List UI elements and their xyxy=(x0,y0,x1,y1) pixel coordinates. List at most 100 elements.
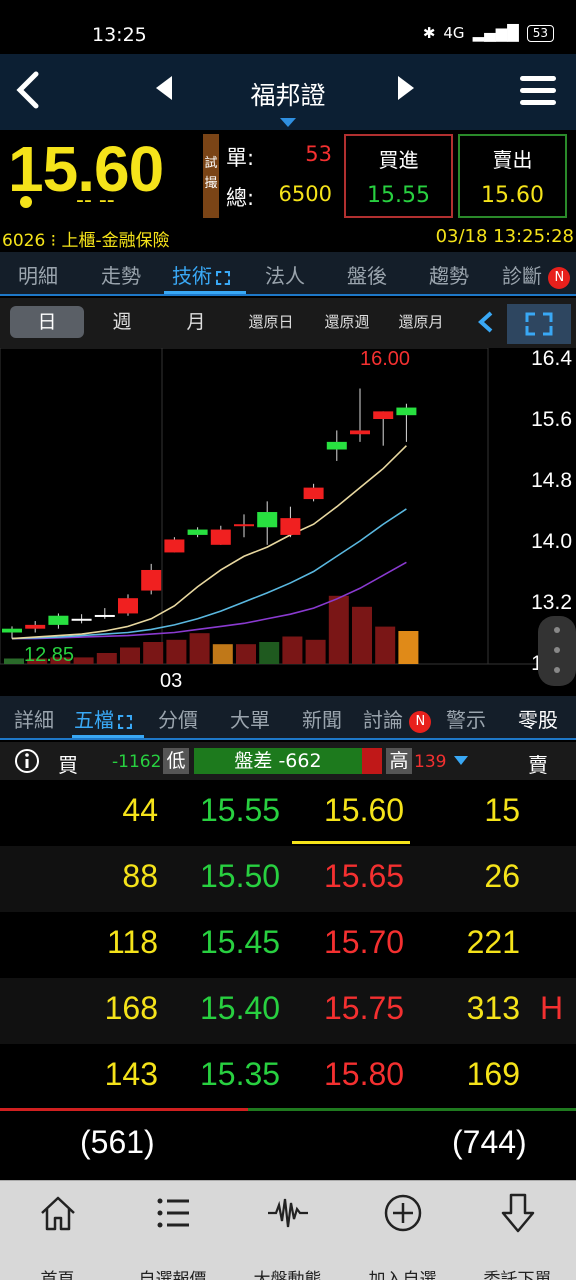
spread-red-segment xyxy=(362,748,382,774)
low-label: 低 xyxy=(163,748,189,774)
expand-icon xyxy=(118,714,132,729)
candle-body xyxy=(234,524,254,527)
ask-qty: 26 xyxy=(484,858,520,894)
volume-bar xyxy=(328,595,349,664)
candle-body xyxy=(303,487,324,500)
bid-qty: 88 xyxy=(122,858,158,894)
y-tick-label: 14.0 xyxy=(531,530,572,553)
bid-qty: 44 xyxy=(122,792,158,828)
nav-add-watch[interactable]: 加入自選 xyxy=(345,1181,460,1280)
handle-dot xyxy=(554,667,560,673)
order-book-row: 118 15.45 15.70 221 xyxy=(0,912,576,978)
bid-qty: 118 xyxy=(106,924,158,960)
plus-circle-icon xyxy=(384,1194,421,1232)
ask-price[interactable]: 15.60 xyxy=(324,792,404,829)
volume-bar xyxy=(259,642,280,664)
tab-five-levels-label: 五檔 xyxy=(74,708,114,732)
ask-price[interactable]: 15.75 xyxy=(324,990,404,1027)
nav-add-watch-label: 加入自選 xyxy=(368,1270,437,1280)
handle-dot xyxy=(554,647,560,653)
tab-news[interactable]: 新聞 xyxy=(302,704,342,733)
period-adjusted-month[interactable]: 還原月 xyxy=(388,306,454,338)
new-badge: N xyxy=(409,710,432,733)
nav-watchlist-label: 自選報價 xyxy=(138,1270,207,1280)
pulse-icon xyxy=(267,1198,308,1228)
bid-price[interactable]: 15.45 xyxy=(200,924,280,961)
high-annotation: 16.00 xyxy=(360,348,410,370)
chart-canvas: 16.0012.8516.415.614.814.013.212.403 xyxy=(0,348,576,692)
new-badge: N xyxy=(548,266,571,289)
candlestick-chart[interactable]: 16.0012.8516.415.614.814.013.212.403 xyxy=(0,348,576,694)
bottom-nav: 首頁 自選報價 大盤動態 加入自選 委託下單 xyxy=(0,1180,576,1280)
scroll-left-icon[interactable] xyxy=(476,309,496,339)
spread-bar: 買 -1162 低 盤差 -662 高 139 賣 xyxy=(0,742,576,780)
bid-price[interactable]: 15.35 xyxy=(200,1056,280,1093)
order-book-row: 143 15.35 15.80 169 xyxy=(0,1044,576,1110)
bid-qty: 143 xyxy=(104,1056,158,1092)
network-icon: 4G xyxy=(443,24,465,42)
tab-odd-lot[interactable]: 零股 xyxy=(518,704,558,733)
volume-bar xyxy=(282,636,303,664)
nav-home[interactable]: 首頁 xyxy=(0,1181,115,1280)
single-volume-value: 53 xyxy=(305,142,332,166)
spread-dropdown-icon[interactable] xyxy=(454,756,468,765)
period-week[interactable]: 週 xyxy=(90,306,154,338)
ask-qty: 15 xyxy=(484,792,520,828)
sell-label: 賣出 xyxy=(492,148,533,172)
bid-price[interactable]: 15.55 xyxy=(200,792,280,829)
period-adjusted-day[interactable]: 還原日 xyxy=(238,306,304,338)
active-tab-underline xyxy=(72,735,144,738)
buy-label: 買進 xyxy=(378,148,419,172)
ask-price[interactable]: 15.65 xyxy=(324,858,404,895)
y-tick-label: 14.8 xyxy=(531,469,572,492)
nav-market[interactable]: 大盤動態 xyxy=(230,1181,345,1280)
order-book: 44 15.55 15.60 15 88 15.50 15.65 26 118 15.45 15.7… xyxy=(0,780,576,1111)
buy-button[interactable]: 買進 15.55 xyxy=(344,134,453,218)
tab-price-dist[interactable]: 分價 xyxy=(158,704,198,733)
tab-technical[interactable]: 技術 xyxy=(172,260,230,289)
quote-datetime: 03/18 13:25:28 xyxy=(435,226,574,247)
candle-body xyxy=(350,430,370,435)
period-month[interactable]: 月 xyxy=(164,306,228,338)
period-adjusted-week[interactable]: 還原週 xyxy=(314,306,380,338)
candle-body xyxy=(25,624,46,629)
price-dot-icon xyxy=(20,196,32,208)
nav-order[interactable]: 委託下單 xyxy=(460,1181,575,1280)
bid-side-label: 買 xyxy=(58,753,78,777)
dropdown-caret-icon[interactable] xyxy=(280,118,296,127)
volume-bar xyxy=(73,657,94,664)
candle-body xyxy=(373,411,394,419)
tab-alerts[interactable]: 警示 xyxy=(446,704,486,733)
ask-price[interactable]: 15.80 xyxy=(324,1056,404,1093)
tab-trend[interactable]: 走勢 xyxy=(101,260,141,289)
tab-trends[interactable]: 趨勢 xyxy=(429,260,469,289)
tab-institutional[interactable]: 法人 xyxy=(265,260,305,289)
bid-price[interactable]: 15.50 xyxy=(200,858,280,895)
volume-bar xyxy=(143,642,164,664)
fullscreen-button[interactable] xyxy=(507,304,571,344)
sell-button[interactable]: 賣出 15.60 xyxy=(458,134,567,218)
candle-body xyxy=(257,512,278,528)
tab-diagnosis[interactable]: 診斷 N xyxy=(502,260,571,289)
ask-qty: 169 xyxy=(466,1056,520,1092)
order-book-row: 88 15.50 15.65 26 xyxy=(0,846,576,912)
ask-price[interactable]: 15.70 xyxy=(324,924,404,961)
low-annotation: 12.85 xyxy=(24,644,74,666)
tab-discussion[interactable]: 討論 N xyxy=(363,704,432,733)
info-icon[interactable] xyxy=(14,748,40,778)
stock-code-market: 6026 ⁝ 上櫃-金融保險 xyxy=(2,231,170,251)
bid-price[interactable]: 15.40 xyxy=(200,990,280,1027)
bid-total: (561) xyxy=(80,1124,155,1160)
period-day[interactable]: 日 xyxy=(10,306,84,338)
candle-body xyxy=(48,615,69,625)
menu-button[interactable] xyxy=(520,76,556,112)
tab-five-levels[interactable]: 五檔 xyxy=(74,704,132,733)
tab-detail[interactable]: 明細 xyxy=(18,260,58,289)
tab-after-hours[interactable]: 盤後 xyxy=(347,260,387,289)
tab-big-orders[interactable]: 大單 xyxy=(230,704,270,733)
next-stock-button[interactable] xyxy=(398,76,414,100)
tab-details[interactable]: 詳細 xyxy=(14,704,54,733)
nav-watchlist[interactable]: 自選報價 xyxy=(115,1181,230,1280)
expand-icon xyxy=(216,270,230,285)
nav-home-label: 首頁 xyxy=(40,1270,75,1280)
